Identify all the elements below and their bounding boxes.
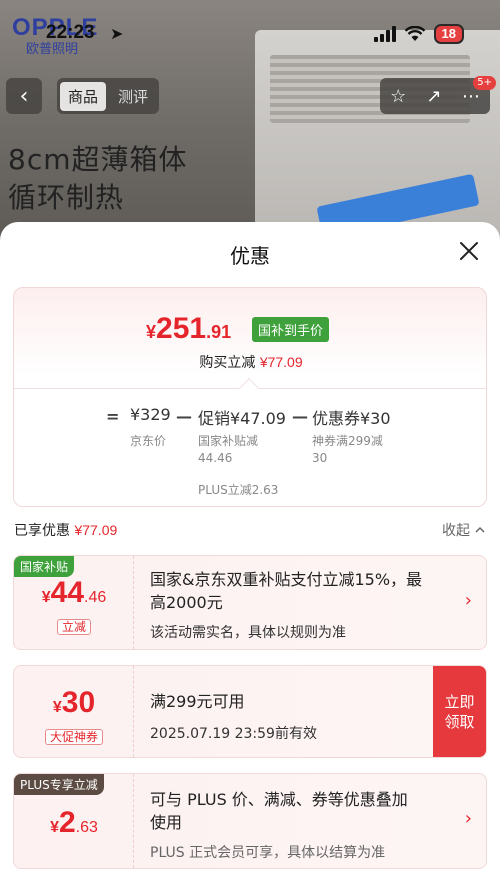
discount-sheet: 优惠 ¥251.91 国补到手价 购买立减 ¥77.09 = ¥329 — 促销…: [0, 222, 500, 886]
minus-sign: —: [176, 407, 192, 426]
promo-amount: 促销¥47.09: [198, 409, 286, 428]
coupon-amount: ¥44.46: [14, 576, 134, 610]
coupon-decimal: .46: [84, 589, 107, 606]
coupon-integer: 30: [61, 686, 96, 719]
enjoyed-discount: 已享优惠 ¥77.09: [14, 520, 117, 540]
location-arrow-icon: ➤: [110, 24, 124, 43]
promo-note-line: 44.46: [198, 451, 233, 465]
base-price: ¥329: [130, 405, 171, 424]
final-price-currency: ¥: [146, 322, 157, 342]
chevron-left-icon: ‹: [19, 83, 29, 109]
enjoyed-label: 已享优惠: [14, 523, 70, 539]
claim-label-line: 领取: [444, 712, 475, 731]
coupon-notes: 神券满299减 30: [312, 433, 383, 467]
share-icon[interactable]: ↗: [427, 86, 442, 107]
claim-label-line: 立即: [444, 692, 475, 711]
enjoyed-amount: ¥77.09: [74, 522, 118, 538]
coupon-type-label: 大促神券: [44, 729, 103, 745]
coupon-badge: 国家补贴: [14, 556, 75, 577]
equals-sign: =: [106, 407, 120, 426]
chevron-up-icon: [475, 526, 485, 533]
chevron-right-icon: ›: [464, 590, 472, 611]
minus-sign: —: [292, 407, 308, 426]
coupon-note-line: 30: [312, 451, 328, 465]
star-icon[interactable]: ☆: [390, 86, 406, 107]
coupon-badge: PLUS专享立减: [14, 774, 104, 795]
chevron-right-icon: ›: [464, 808, 472, 829]
coupon-amount: ¥2.63: [14, 806, 134, 840]
coupon-integer: 44: [50, 576, 85, 609]
purchase-discount-label: 购买立减: [199, 355, 256, 371]
page-tabs: 商品 测评: [57, 78, 160, 114]
coupon-title-line: 使用: [150, 813, 183, 832]
tab-review[interactable]: 测评: [110, 82, 156, 111]
message-count-badge: 5+: [473, 76, 496, 90]
coupon-title-line: 可与 PLUS 价、满减、券等优惠叠加: [150, 790, 408, 809]
coupon-subtitle: 该活动需实名，具体以规则为准: [150, 625, 346, 641]
hero-headline: 8cm超薄箱体: [8, 143, 188, 176]
coupon-card-plus[interactable]: PLUS专享立减 ¥2.63 可与 PLUS 价、满减、券等优惠叠加 使用 PL…: [13, 773, 487, 869]
back-button[interactable]: ‹: [6, 78, 42, 114]
coupon-title: 可与 PLUS 价、满减、券等优惠叠加 使用: [150, 788, 408, 834]
coupon-currency: ¥: [41, 589, 51, 606]
status-icons: 18: [373, 24, 464, 44]
final-price-decimal: .91: [206, 322, 232, 342]
coupon-type-label: 立减: [56, 619, 91, 635]
coupon-amount: ¥30: [14, 686, 134, 720]
tab-product[interactable]: 商品: [60, 81, 107, 111]
coupon-type: 立减: [14, 616, 134, 635]
final-price: ¥251.91: [146, 312, 231, 346]
coupon-card-subsidy[interactable]: 国家补贴 ¥44.46 立减 国家&京东双重补贴支付立减15%，最 高2000元…: [13, 555, 487, 650]
coupon-title: 满299元可用: [150, 692, 245, 711]
promo-note-line: PLUS立减2.63: [198, 483, 279, 497]
wifi-icon: [404, 26, 425, 41]
coupon-integer: 2: [58, 806, 76, 839]
coupon-decimal: .63: [75, 819, 98, 836]
coupon-title-line: 国家&京东双重补贴支付立减15%，最: [150, 570, 423, 589]
coupon-subtitle: PLUS 正式会员可享，具体以结算为准: [150, 845, 386, 861]
claim-coupon-button[interactable]: 立即 领取: [433, 666, 486, 757]
final-price-integer: 251: [156, 312, 207, 345]
coupon-type: 大促神券: [14, 726, 134, 745]
coupon-title: 国家&京东双重补贴支付立减15%，最 高2000元: [150, 568, 422, 614]
status-time: 22:23: [46, 22, 95, 43]
promo-note-line: 国家补贴减: [198, 434, 259, 448]
coupon-title-line: 高2000元: [150, 593, 223, 612]
collapse-label: 收起: [442, 523, 470, 539]
coupon-validity: 2025.07.19 23:59前有效: [150, 726, 317, 742]
cellular-signal-icon: [373, 26, 396, 42]
coupon-card-shenquan: ¥30 大促神券 满299元可用 2025.07.19 23:59前有效 立即 …: [13, 665, 487, 758]
close-icon[interactable]: [458, 240, 480, 262]
price-breakdown: = ¥329 — 促销¥47.09 — 优惠券¥30 京东价 国家补贴减 44.…: [14, 389, 486, 506]
hero-subheadline: 循环制热: [8, 181, 125, 214]
promo-notes: 国家补贴减 44.46 PLUS立减2.63: [198, 433, 278, 499]
coupon-amount: 优惠券¥30: [312, 409, 391, 428]
coupon-currency: ¥: [52, 699, 62, 716]
battery-indicator: 18: [433, 24, 464, 44]
collapse-button[interactable]: 收起: [442, 520, 486, 540]
price-summary-card: ¥251.91 国补到手价 购买立减 ¥77.09 = ¥329 — 促销¥47…: [13, 287, 487, 507]
price-summary-top: ¥251.91 国补到手价 购买立减 ¥77.09: [14, 288, 486, 388]
purchase-discount-amount: ¥77.09: [259, 354, 303, 370]
purchase-discount: 购买立减 ¥77.09: [14, 352, 486, 372]
coupon-currency: ¥: [50, 819, 59, 836]
final-price-tag: 国补到手价: [252, 317, 330, 342]
sheet-title: 优惠: [230, 244, 270, 268]
base-price-note: 京东价: [130, 434, 167, 448]
coupon-note-line: 神券满299减: [312, 434, 383, 448]
